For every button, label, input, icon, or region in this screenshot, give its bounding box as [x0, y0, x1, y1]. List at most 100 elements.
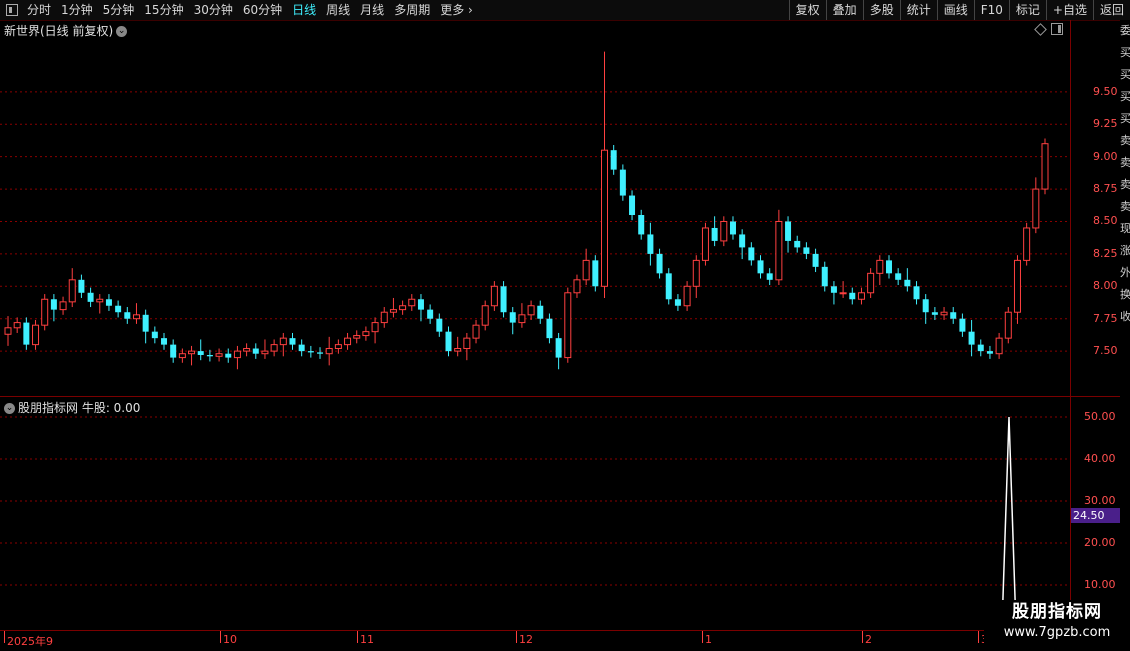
quote-edge-char: 卖: [1120, 200, 1130, 213]
candle-body: [252, 348, 259, 354]
candle-body: [1004, 311, 1012, 339]
candle-body: [1013, 259, 1021, 313]
quote-edge-char: 换: [1120, 288, 1130, 301]
candle-body: [518, 314, 526, 324]
chart-canvas: [0, 51, 1070, 628]
candle-body: [1041, 143, 1049, 190]
candle-body: [1032, 188, 1040, 229]
date-tick: [862, 631, 863, 643]
quote-edge-char: 买: [1120, 112, 1130, 125]
quote-edge-char: 买: [1120, 90, 1130, 103]
candle-body: [564, 292, 572, 359]
indicator-tick-label: 40.00: [1084, 452, 1116, 465]
indicator-title: ⌄ 股朋指标网 牛股: 0.00: [4, 399, 140, 416]
candle-body: [803, 247, 810, 254]
watermark-title: 股朋指标网: [1012, 602, 1102, 622]
candle-body: [857, 292, 865, 300]
candle-body: [87, 292, 94, 302]
candle-body: [436, 318, 443, 332]
candle-body: [592, 260, 599, 287]
candle-body: [371, 322, 379, 333]
price-tick-label: 9.50: [1093, 84, 1118, 98]
watermark-url: www.7gpzb.com: [1003, 625, 1111, 640]
candle-body: [968, 331, 975, 345]
candle-body: [78, 279, 85, 293]
indicator-tick-label: 30.00: [1084, 494, 1116, 507]
candle-body: [692, 259, 700, 287]
indicator-spike: [1001, 416, 1017, 628]
candle-body: [408, 298, 416, 307]
date-tick: [702, 631, 703, 643]
candle-body: [922, 299, 929, 313]
candle-body: [904, 279, 911, 287]
indicator-tick-label: 50.00: [1084, 410, 1116, 423]
candle-body: [454, 348, 462, 352]
candle-body: [959, 318, 966, 332]
quote-edge-char: 外: [1120, 266, 1130, 279]
candle-body: [1023, 227, 1031, 261]
candle-body: [629, 195, 636, 215]
date-label: 10: [223, 633, 237, 646]
candle-body: [279, 337, 287, 346]
price-tick-label: 8.50: [1093, 214, 1118, 228]
candle-body: [812, 253, 819, 267]
candle-body: [995, 337, 1003, 355]
candle-body: [132, 314, 140, 320]
candle-body: [325, 348, 333, 355]
candle-body: [206, 355, 213, 357]
candle-body: [977, 344, 984, 352]
candle-body: [151, 331, 158, 339]
candle-body: [59, 301, 67, 311]
candle-body: [950, 312, 957, 319]
candle-body: [463, 337, 471, 350]
quote-edge-char: 委: [1120, 24, 1130, 37]
candle-body: [775, 220, 783, 281]
price-tick-label: 8.25: [1093, 246, 1118, 260]
candle-body: [674, 299, 681, 306]
candle-body: [766, 273, 773, 280]
candle-body: [261, 350, 269, 355]
candle-body: [233, 350, 241, 359]
candle-body: [839, 292, 847, 295]
candle-body: [41, 298, 49, 326]
quote-edge-char: 买: [1120, 46, 1130, 59]
quote-edge-char: 现: [1120, 222, 1130, 235]
candle-body: [197, 351, 204, 355]
candle-body: [555, 338, 562, 358]
price-tick-label: 8.75: [1093, 182, 1118, 196]
candle-body: [720, 220, 728, 242]
price-tick-label: 7.75: [1093, 311, 1118, 325]
candle-body: [665, 273, 672, 300]
candle-body: [225, 353, 232, 358]
candle-body: [683, 285, 691, 307]
candle-body: [298, 344, 305, 352]
date-tick: [4, 631, 5, 643]
candle-body: [711, 227, 718, 241]
date-tick: [978, 631, 979, 643]
date-label: 2: [865, 633, 872, 646]
watermark: 股朋指标网 www.7gpzb.com: [984, 600, 1130, 646]
candle-body: [380, 311, 388, 324]
date-tick: [220, 631, 221, 643]
candle-body: [445, 331, 452, 352]
chevron-down-icon[interactable]: ⌄: [4, 403, 15, 414]
candle-body: [500, 286, 507, 313]
candle-body: [23, 322, 30, 345]
candle-body: [472, 324, 480, 339]
candle-body: [895, 273, 902, 280]
price-tick-label: 7.50: [1093, 344, 1118, 358]
candle-body: [115, 305, 122, 313]
candle-body: [307, 351, 314, 353]
indicator-label: 股朋指标网 牛股: 0.00: [18, 401, 141, 415]
candle-body: [509, 312, 516, 323]
candle-body: [243, 348, 251, 352]
quote-edge-char: 卖: [1120, 178, 1130, 191]
candle-body: [830, 286, 837, 293]
candle-body: [289, 338, 296, 345]
candle-body: [334, 344, 342, 350]
candle-body: [270, 344, 278, 352]
candle-body: [68, 279, 76, 303]
candle-body: [913, 286, 920, 300]
candle-body: [701, 227, 709, 261]
candle-body: [582, 259, 590, 281]
